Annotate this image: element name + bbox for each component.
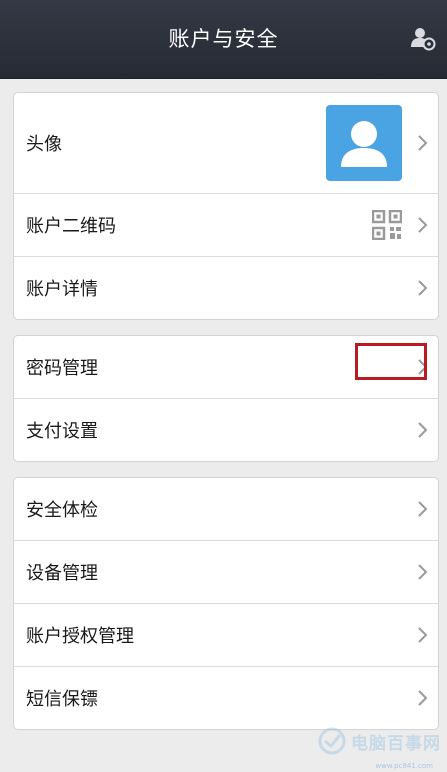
device-management-label: 设备管理 — [26, 563, 98, 584]
account-info-group: 头像 账户二维码 账户详情 — [13, 92, 439, 320]
password-management-row[interactable]: 密码管理 — [14, 336, 438, 398]
qr-code-row[interactable]: 账户二维码 — [14, 193, 438, 256]
watermark: 电脑百事网 — [317, 726, 441, 756]
security-group: 安全体检 设备管理 账户授权管理 短信保镖 — [13, 477, 439, 730]
payment-settings-row[interactable]: 支付设置 — [14, 398, 438, 461]
chevron-right-icon — [418, 422, 428, 438]
page-title: 账户与安全 — [168, 27, 279, 51]
security-check-label: 安全体检 — [26, 500, 98, 521]
payment-settings-label: 支付设置 — [26, 421, 98, 442]
account-details-label: 账户详情 — [26, 279, 98, 300]
security-check-row[interactable]: 安全体检 — [14, 478, 438, 540]
qr-code-label: 账户二维码 — [26, 216, 116, 237]
qr-code-icon — [372, 210, 402, 240]
password-management-label: 密码管理 — [26, 358, 98, 379]
chevron-right-icon — [418, 217, 428, 233]
account-switch-button[interactable] — [409, 24, 437, 52]
chevron-right-icon — [418, 135, 428, 151]
watermark-text: 电脑百事网 — [351, 733, 441, 754]
password-payment-group: 密码管理 支付设置 — [13, 335, 439, 462]
watermark-url: www.pc841.com — [375, 762, 433, 770]
account-authorization-label: 账户授权管理 — [26, 626, 134, 647]
avatar — [326, 105, 402, 181]
chevron-right-icon — [418, 501, 428, 517]
default-avatar-icon — [341, 121, 387, 167]
avatar-label: 头像 — [26, 134, 62, 155]
chevron-right-icon — [418, 627, 428, 643]
title-bar: 账户与安全 — [0, 0, 447, 78]
device-management-row[interactable]: 设备管理 — [14, 540, 438, 603]
account-details-row[interactable]: 账户详情 — [14, 256, 438, 319]
chevron-right-icon — [418, 690, 428, 706]
avatar-row[interactable]: 头像 — [14, 93, 438, 193]
chevron-right-icon — [418, 280, 428, 296]
watermark-logo-icon — [318, 727, 346, 755]
user-settings-icon — [411, 28, 436, 51]
sms-guard-row[interactable]: 短信保镖 — [14, 666, 438, 729]
chevron-right-icon — [418, 564, 428, 580]
chevron-right-icon — [418, 359, 428, 375]
sms-guard-label: 短信保镖 — [26, 689, 98, 710]
account-authorization-row[interactable]: 账户授权管理 — [14, 603, 438, 666]
